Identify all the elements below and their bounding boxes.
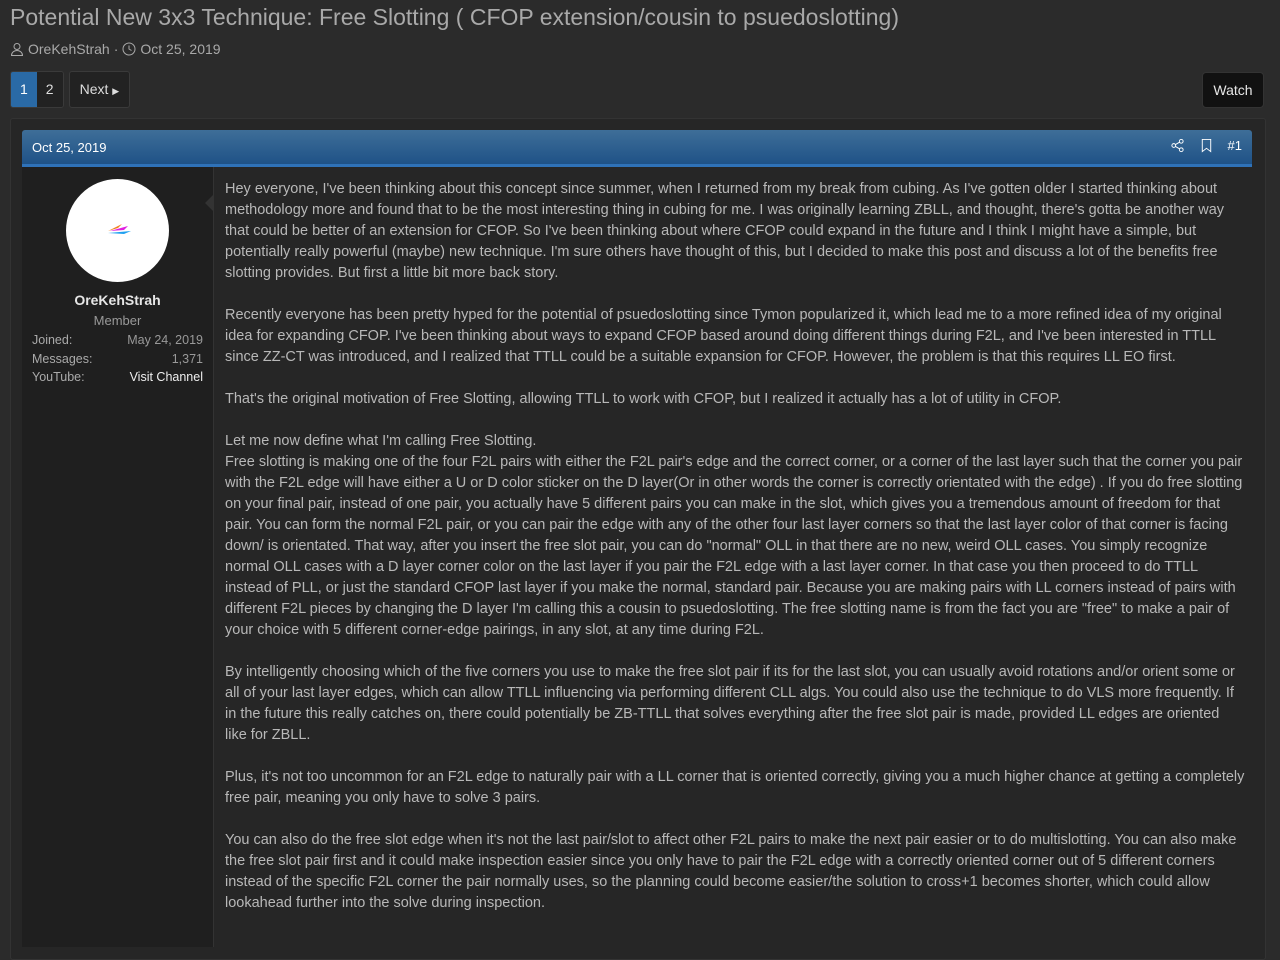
- share-icon[interactable]: [1170, 138, 1185, 153]
- watch-button[interactable]: Watch: [1202, 72, 1264, 108]
- post-paragraph: By intelligently choosing which of the f…: [225, 664, 1235, 743]
- caret-right-icon: ▶: [112, 86, 120, 96]
- post-paragraph: You can also do the free slot edge when …: [225, 832, 1237, 911]
- username-link[interactable]: OreKehStrah: [22, 292, 213, 308]
- page-1-button[interactable]: 1: [11, 72, 37, 107]
- pagination: 1 2 Next ▶: [10, 71, 131, 108]
- next-page-button[interactable]: Next ▶: [68, 71, 131, 108]
- post-paragraph: Recently everyone has been pretty hyped …: [225, 307, 1222, 365]
- stat-value: May 24, 2019: [127, 333, 203, 347]
- post-paragraph: Plus, it's not too uncommon for an F2L e…: [225, 769, 1245, 806]
- thread-author-link[interactable]: OreKehStrah: [28, 41, 110, 57]
- thread-date[interactable]: Oct 25, 2019: [140, 41, 220, 57]
- thread-meta: OreKehStrah · Oct 25, 2019: [10, 41, 221, 57]
- user-icon: [10, 43, 24, 56]
- post-body: Hey everyone, I've been thinking about t…: [225, 179, 1245, 935]
- stat-label: Joined:: [32, 333, 73, 347]
- avatar-logo-icon: [108, 224, 131, 234]
- message-arrow: [205, 195, 213, 211]
- stat-label: Messages:: [32, 351, 93, 366]
- post-paragraph: Hey everyone, I've been thinking about t…: [225, 181, 1225, 281]
- post-paragraph: That's the original motivation of Free S…: [225, 391, 1062, 407]
- stat-label: YouTube:: [32, 370, 85, 384]
- user-info-panel: OreKehStrah Member Joined: May 24, 2019 M…: [22, 167, 214, 947]
- avatar[interactable]: [66, 179, 169, 282]
- next-label: Next: [79, 81, 109, 97]
- visit-channel-link[interactable]: Visit Channel: [130, 370, 203, 389]
- user-stats: Joined: May 24, 2019 Messages: 1,371 YouTu…: [32, 333, 203, 389]
- thread-title: Potential New 3x3 Technique: Free Slotti…: [10, 4, 899, 30]
- user-title: Member: [93, 313, 142, 328]
- stat-value: 1,371: [171, 351, 203, 366]
- post-paragraph: Let me now define what I'm calling Free …: [225, 433, 1243, 638]
- clock-icon: [122, 42, 136, 56]
- post-date[interactable]: Oct 25, 2019: [32, 140, 106, 155]
- post-number-link[interactable]: #1: [1228, 138, 1242, 153]
- page-2-button[interactable]: 2: [36, 72, 63, 107]
- bookmark-icon[interactable]: [1199, 138, 1214, 153]
- post-header: Oct 25, 2019 #1: [22, 130, 1252, 167]
- meta-separator: ·: [113, 41, 119, 57]
